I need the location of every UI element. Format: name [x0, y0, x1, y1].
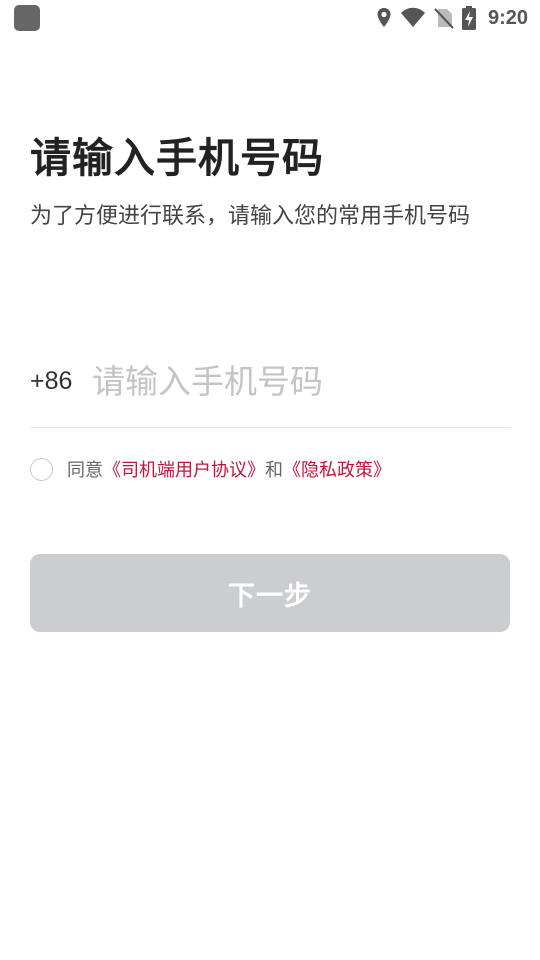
wifi-icon: [400, 7, 425, 27]
country-code-prefix[interactable]: +86: [30, 367, 92, 396]
location-icon: [377, 8, 391, 27]
battery-charging-icon: [461, 6, 476, 30]
agreement-row: 同意 《司机端用户协议》 和 《隐私政策》: [30, 456, 391, 482]
no-sim-icon: [434, 8, 454, 29]
agreement-conjunction: 和: [265, 460, 283, 481]
user-agreement-link[interactable]: 《司机端用户协议》: [103, 456, 265, 482]
phone-input-row: +86: [30, 356, 511, 428]
next-button[interactable]: 下一步: [30, 554, 510, 632]
page-title: 请输入手机号码: [30, 134, 324, 182]
agreement-checkbox[interactable]: [30, 457, 53, 481]
app-notification-icon: [14, 5, 40, 31]
privacy-policy-link[interactable]: 《隐私政策》: [283, 456, 391, 482]
page-subtitle: 为了方便进行联系，请输入您的常用手机号码: [30, 204, 471, 229]
status-icons: 9:20: [376, 5, 528, 31]
status-time: 9:20: [487, 6, 528, 29]
status-bar: 9:20: [0, 0, 540, 36]
agreement-prefix-text: 同意: [67, 460, 103, 481]
phone-input[interactable]: [92, 362, 492, 401]
